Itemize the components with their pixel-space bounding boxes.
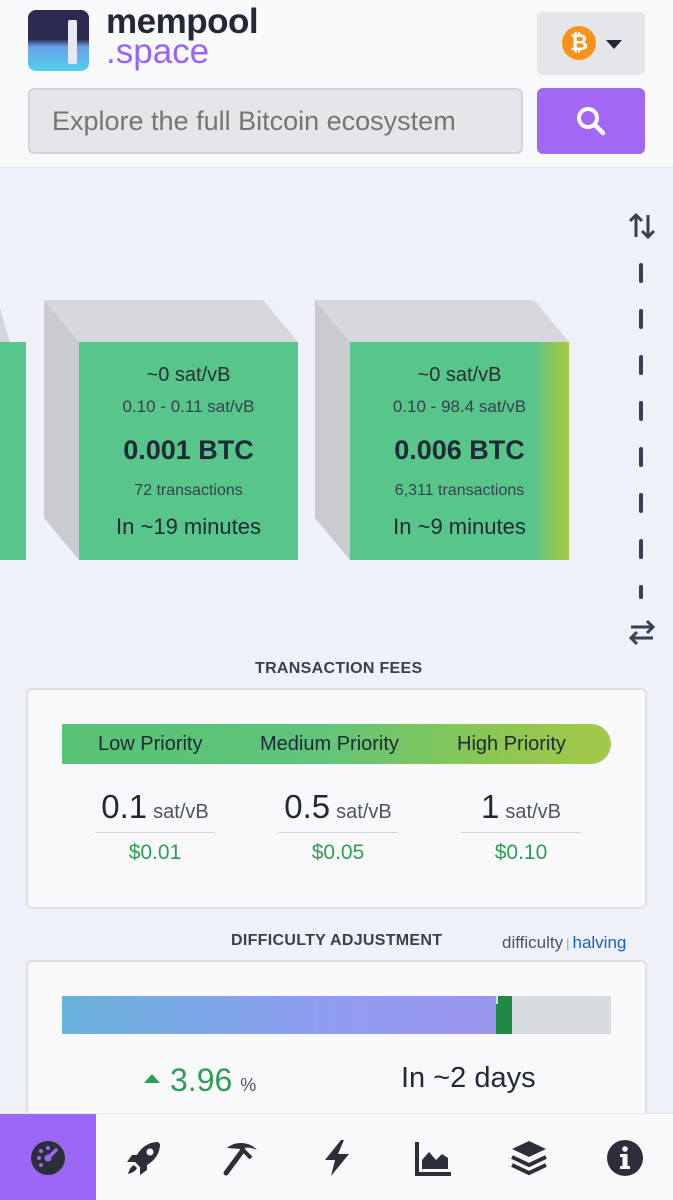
mining-pickaxe-icon — [223, 1142, 257, 1176]
block-tx-count: 72 transactions — [134, 482, 243, 499]
rocket-icon — [127, 1142, 160, 1175]
bitcoin-icon: ₿ — [562, 26, 596, 60]
swap-horizontal-icon[interactable] — [627, 618, 657, 646]
fee-value: 1 — [481, 788, 500, 825]
difficulty-halving-toggle: difficulty | halving — [502, 933, 626, 953]
fee-unit: sat/vB — [153, 801, 209, 823]
divider-dash — [639, 585, 643, 599]
high-priority-fee: 1 sat/vB $0.10 — [461, 788, 581, 865]
graphs-icon — [415, 1142, 451, 1176]
fee-value: 0.5 — [284, 788, 331, 825]
fee-usd: $0.01 — [128, 841, 182, 864]
block-fee-range: 0.10 - 0.11 sat/vB — [122, 397, 255, 416]
difficulty-current-marker — [495, 1004, 512, 1034]
divider-dash — [639, 355, 643, 375]
difficulty-progress-fill — [62, 996, 496, 1034]
fee-unit: sat/vB — [505, 801, 561, 823]
medium-priority-label: Medium Priority — [260, 733, 399, 755]
mempool-block[interactable]: ~0 sat/vB 0.10 - 0.11 sat/vB 0.001 BTC 7… — [44, 300, 299, 561]
low-priority-fee: 0.1 sat/vB $0.01 — [95, 788, 215, 865]
nav-graphs[interactable] — [385, 1114, 481, 1200]
difficulty-toggle-link[interactable]: difficulty — [502, 933, 563, 952]
halving-toggle-link[interactable]: halving — [573, 933, 627, 952]
nav-blocks[interactable] — [481, 1114, 577, 1200]
fees-card: Low Priority Medium Priority High Priori… — [26, 688, 647, 909]
low-priority-label: Low Priority — [98, 733, 203, 755]
block-tx-count: 6,311 transactions — [394, 482, 525, 499]
difficulty-section-title: DIFFICULTY ADJUSTMENT — [231, 932, 443, 949]
nav-mining[interactable] — [193, 1114, 289, 1200]
difficulty-card: 3.96% In ~2 days — [26, 960, 647, 1130]
layers-icon — [511, 1141, 547, 1176]
network-selector-button[interactable]: ₿ — [537, 12, 645, 75]
divider-dash — [639, 263, 643, 283]
divider-dash — [639, 309, 643, 329]
swap-vertical-icon[interactable] — [627, 211, 657, 241]
dashboard-icon — [31, 1141, 65, 1175]
search-icon — [577, 107, 606, 136]
mempool-block[interactable]: ~0 sat/vB 0.10 - 98.4 sat/vB 0.006 BTC 6… — [315, 300, 570, 561]
toggle-separator: | — [566, 936, 570, 951]
high-priority-label: High Priority — [457, 733, 566, 755]
fee-usd: $0.10 — [494, 841, 548, 864]
fees-section-title: TRANSACTION FEES — [255, 660, 423, 677]
caret-down-icon — [606, 40, 622, 49]
difficulty-change-unit: % — [240, 1075, 257, 1095]
difficulty-eta: In ~2 days — [401, 1062, 536, 1094]
block-eta: In ~19 minutes — [116, 514, 261, 539]
difficulty-change: 3.96% — [144, 1062, 256, 1099]
divider-dash — [639, 401, 643, 421]
nav-dashboard[interactable] — [0, 1114, 96, 1200]
nav-about[interactable] — [577, 1114, 673, 1200]
mempool-logo-icon[interactable] — [28, 10, 89, 71]
divider-dash — [639, 493, 643, 513]
block-total-btc: 0.001 BTC — [123, 435, 254, 465]
arrow-up-icon — [144, 1074, 160, 1084]
difficulty-progress-bar — [62, 996, 611, 1034]
block-median-fee: ~0 sat/vB — [146, 364, 231, 386]
block-eta: In ~9 minutes — [393, 514, 526, 539]
fee-unit: sat/vB — [336, 801, 392, 823]
block-fee-range: 0.10 - 98.4 sat/vB — [392, 397, 527, 416]
fee-value: 0.1 — [101, 788, 148, 825]
bottom-navigation — [0, 1113, 673, 1200]
lightning-icon — [325, 1140, 349, 1176]
header: mempool .space ₿ — [0, 0, 673, 168]
block-median-fee: ~0 sat/vB — [417, 364, 502, 386]
block-face: ~0 sat/vB 0.10 - 0.11 sat/vB 0.001 BTC 7… — [79, 342, 298, 560]
info-icon — [607, 1140, 643, 1176]
block-face: ~0 sat/vB 0.10 - 98.4 sat/vB 0.006 BTC 6… — [350, 342, 569, 560]
fee-usd: $0.05 — [311, 841, 365, 864]
nav-lightning[interactable] — [289, 1114, 385, 1200]
divider-dash — [639, 447, 643, 467]
site-logo[interactable]: mempool .space — [106, 4, 259, 69]
difficulty-change-value: 3.96 — [170, 1062, 233, 1098]
priority-bar: Low Priority Medium Priority High Priori… — [62, 724, 611, 764]
nav-accelerator[interactable] — [96, 1114, 192, 1200]
mempool-blocks: ~0 sat/vB 0.10 - 0.11 sat/vB 0.001 BTC 7… — [0, 168, 673, 648]
divider-dash — [639, 539, 643, 559]
block-total-btc: 0.006 BTC — [394, 435, 525, 465]
search-input[interactable] — [28, 88, 523, 154]
medium-priority-fee: 0.5 sat/vB $0.05 — [278, 788, 398, 865]
search-button[interactable] — [537, 88, 645, 154]
